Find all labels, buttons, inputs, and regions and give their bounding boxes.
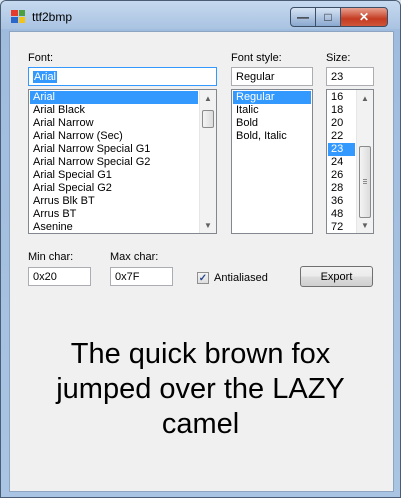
close-icon: ✕ xyxy=(358,10,370,24)
scroll-thumb[interactable] xyxy=(202,110,214,128)
font-style-list-item[interactable]: Bold xyxy=(233,117,311,130)
min-char-label: Min char: xyxy=(28,251,74,263)
window-title: ttf2bmp xyxy=(32,10,73,24)
font-list-item[interactable]: Arrus Blk BT xyxy=(30,195,198,208)
size-list-item[interactable]: 36 xyxy=(328,195,355,208)
scroll-up-icon[interactable]: ▲ xyxy=(200,90,216,106)
size-list-item[interactable]: 24 xyxy=(328,156,355,169)
export-button[interactable]: Export xyxy=(300,266,373,287)
font-style-list[interactable]: Regular Italic Bold Bold, Italic xyxy=(231,89,313,234)
minimize-icon: — xyxy=(297,10,309,24)
app-icon xyxy=(11,10,25,23)
size-list-item[interactable]: 23 xyxy=(328,143,355,156)
font-list-item[interactable]: Arial xyxy=(30,91,198,104)
font-label: Font: xyxy=(28,52,54,64)
size-list-item[interactable]: 48 xyxy=(328,208,355,221)
size-list-item[interactable]: 16 xyxy=(328,91,355,104)
font-style-label: Font style: xyxy=(231,52,282,64)
preview-line: camel xyxy=(161,408,240,440)
font-list-item[interactable]: Arial Special G1 xyxy=(30,169,198,182)
close-button[interactable]: ✕ xyxy=(340,7,388,27)
size-list-scrollbar[interactable]: ▲ ▼ xyxy=(356,90,373,233)
font-list-scrollbar[interactable]: ▲ ▼ xyxy=(199,90,216,233)
font-list-item[interactable]: Arial Special G2 xyxy=(30,182,198,195)
font-style-list-item[interactable]: Bold, Italic xyxy=(233,130,311,143)
font-list-item[interactable]: Arial Black xyxy=(30,104,198,117)
size-list-item[interactable]: 20 xyxy=(328,117,355,130)
font-list-item[interactable]: Arial Narrow Special G2 xyxy=(30,156,198,169)
minimize-button[interactable]: — xyxy=(290,7,316,27)
font-style-list-item[interactable]: Regular xyxy=(233,91,311,104)
check-icon: ✓ xyxy=(198,273,208,284)
size-list-item[interactable]: 72 xyxy=(328,221,355,233)
maximize-button[interactable]: □ xyxy=(315,7,341,27)
font-list-item[interactable]: Arial Narrow Special G1 xyxy=(30,143,198,156)
font-preview: The quick brown fox jumped over the LAZY c… xyxy=(10,337,391,442)
maximize-icon: □ xyxy=(324,10,332,24)
font-style-input[interactable]: Regular xyxy=(231,67,313,86)
preview-line: jumped over the LAZY xyxy=(56,373,345,405)
size-list[interactable]: 16 18 20 22 23 24 26 28 36 48 72 ▲ ▼ xyxy=(326,89,374,234)
export-button-label: Export xyxy=(320,270,353,283)
size-list-item[interactable]: 18 xyxy=(328,104,355,117)
size-list-item[interactable]: 28 xyxy=(328,182,355,195)
font-input[interactable]: Arial xyxy=(28,67,217,86)
min-char-input[interactable]: 0x20 xyxy=(28,267,91,286)
font-list-item[interactable]: Asenine xyxy=(30,221,198,233)
scroll-thumb[interactable] xyxy=(359,146,371,218)
scroll-up-icon[interactable]: ▲ xyxy=(357,90,373,106)
antialiased-checkbox[interactable]: ✓ xyxy=(197,272,209,284)
client-area: Font: Arial Arial Arial Black Arial Narrow… xyxy=(9,31,394,492)
scroll-down-icon[interactable]: ▼ xyxy=(357,217,373,233)
size-list-item[interactable]: 26 xyxy=(328,169,355,182)
font-style-list-item[interactable]: Italic xyxy=(233,104,311,117)
font-style-list-items: Regular Italic Bold Bold, Italic xyxy=(233,91,311,143)
size-list-item[interactable]: 22 xyxy=(328,130,355,143)
preview-line: The quick brown fox xyxy=(70,338,331,370)
font-list-items: Arial Arial Black Arial Narrow Arial Narrow… xyxy=(30,91,198,233)
grip-icon xyxy=(363,179,367,185)
size-list-items: 16 18 20 22 23 24 26 28 36 48 72 xyxy=(328,91,355,233)
title-bar[interactable]: ttf2bmp — □ ✕ xyxy=(1,1,400,29)
font-list-item[interactable]: Arrus BT xyxy=(30,208,198,221)
max-char-label: Max char: xyxy=(110,251,159,263)
size-input[interactable]: 23 xyxy=(326,67,374,86)
max-char-input[interactable]: 0x7F xyxy=(110,267,173,286)
font-input-value: Arial xyxy=(33,71,58,83)
app-window: ttf2bmp — □ ✕ Font: Arial Arial Arial Bla… xyxy=(0,0,401,498)
font-list-item[interactable]: Arial Narrow (Sec) xyxy=(30,130,198,143)
font-list[interactable]: Arial Arial Black Arial Narrow Arial Narrow… xyxy=(28,89,217,234)
antialiased-label[interactable]: Antialiased xyxy=(214,272,268,284)
size-label: Size: xyxy=(326,52,351,64)
scroll-down-icon[interactable]: ▼ xyxy=(200,217,216,233)
font-list-item[interactable]: Arial Narrow xyxy=(30,117,198,130)
